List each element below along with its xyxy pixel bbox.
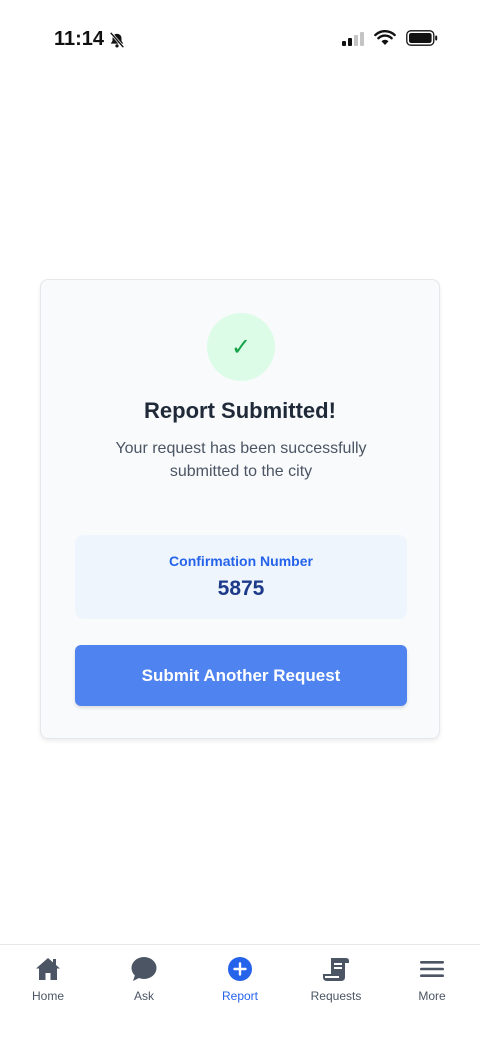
signal-icon	[342, 30, 364, 46]
nav-item-ask[interactable]: Ask	[96, 945, 192, 1005]
checkmark-glyph: ✓	[230, 333, 252, 361]
nav-label-report: Report	[221, 989, 259, 1003]
nav-item-more[interactable]: More	[384, 945, 480, 1005]
status-bar: 11:14	[0, 0, 480, 80]
confirmation-label: Confirmation Number	[169, 553, 313, 569]
bell-off-icon	[109, 31, 125, 48]
success-card: ✓ Report Submitted! Your request has bee…	[40, 279, 440, 739]
confirmation-box: Confirmation Number 5875	[75, 535, 407, 619]
nav-label-home: Home	[31, 989, 64, 1003]
wifi-icon	[374, 30, 396, 45]
menu-icon	[420, 961, 444, 977]
status-time: 11:14	[54, 28, 126, 51]
nav-label-ask: Ask	[133, 989, 154, 1003]
nav-item-report[interactable]: Report	[192, 945, 288, 1005]
home-icon	[36, 958, 60, 980]
nav-label-requests: Requests	[310, 989, 362, 1003]
screen: 11:14 ✓ Report Submitted! Your request h…	[0, 0, 480, 1043]
confirmation-number: 5875	[217, 577, 265, 600]
nav-label-more: More	[418, 989, 446, 1003]
success-description: Your request has been successfully submi…	[115, 440, 367, 480]
success-title: Report Submitted!	[144, 398, 336, 423]
submit-another-request-button[interactable]: Submit Another Request	[75, 645, 407, 706]
battery-icon	[406, 30, 438, 46]
nav-item-home[interactable]: Home	[0, 945, 96, 1005]
bottom-nav: Home Ask Report Requests More	[0, 944, 480, 1043]
status-icons	[342, 30, 438, 46]
chat-bubble-icon	[131, 957, 157, 981]
nav-item-requests[interactable]: Requests	[288, 945, 384, 1005]
checkmark-icon: ✓	[207, 313, 275, 381]
scroll-icon	[323, 958, 349, 981]
clock-text: 11:14	[54, 28, 105, 50]
plus-circle-icon	[228, 957, 252, 981]
